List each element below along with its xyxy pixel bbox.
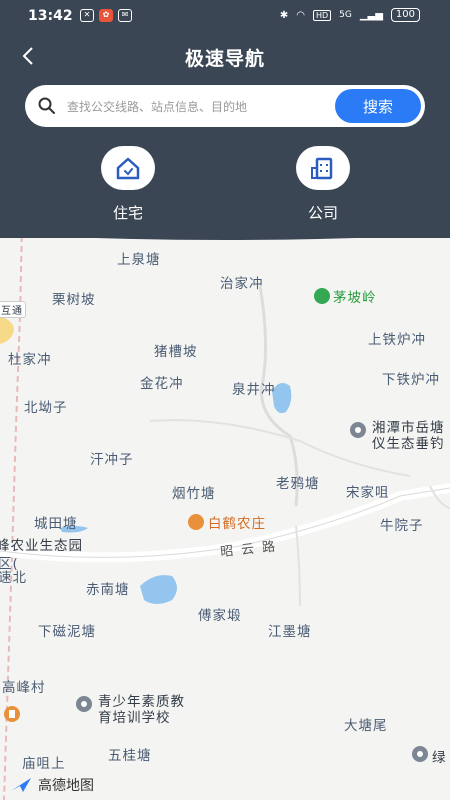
hd-icon: HD [312, 9, 332, 21]
location-pin-icon [355, 427, 361, 433]
bluetooth-icon: ✱ [279, 9, 289, 21]
map-view[interactable]: 上泉塘 治家冲 茅坡岭 栗树坡 互通 杜家冲 猪槽坡 上铁炉冲 金花冲 泉井冲 … [0, 226, 450, 800]
map-label: 育培训学校 [98, 710, 171, 726]
map-label: 老鸦塘 [276, 476, 320, 492]
map-label: 赤南塘 [86, 582, 130, 598]
poi-name: 白鹤农庄 [208, 516, 266, 532]
map-label: 下磁泥塘 [38, 624, 96, 640]
header-curve [0, 226, 450, 240]
map-label: 仪生态垂钓 [372, 436, 445, 452]
map-label: 傅家塅 [198, 608, 242, 624]
page-title: 极速导航 [184, 48, 265, 70]
header-panel: 13:42 ✕ ✿ ✉ ✱ ◠ HD 5G ▁▃▅ 100 极速导航 搜索 [0, 0, 450, 238]
map-label: 汗冲子 [90, 452, 134, 468]
company-shortcut-circle [296, 146, 350, 190]
signal-icon: 5G [339, 10, 352, 20]
search-input[interactable] [65, 93, 349, 121]
home-shortcut-label: 住宅 [112, 204, 143, 222]
map-label: 金花冲 [140, 376, 184, 392]
signal-icon-2: ▁▃▅ [359, 9, 383, 21]
map-poi-pin[interactable] [76, 696, 92, 712]
map-logo-text: 高德地图 [38, 778, 94, 794]
company-shortcut[interactable]: 公司 [288, 146, 358, 223]
amap-logo-icon [11, 778, 31, 792]
map-label: 绿 [432, 750, 447, 766]
map-logo: 高德地图 [10, 775, 94, 795]
battery-icon: 100 [390, 8, 420, 22]
map-label: 宋家咀 [346, 485, 390, 501]
system-icons: ✱ ◠ HD 5G ▁▃▅ 100 [280, 8, 420, 22]
navigation-bar: 极速导航 [0, 36, 450, 76]
map-label: 杜家冲 [8, 352, 52, 368]
map-label: 上铁炉冲 [368, 332, 426, 348]
home-icon [116, 157, 140, 180]
map-label: 烟竹塘 [172, 486, 216, 502]
location-pin-icon [314, 288, 330, 304]
home-shortcut-circle [101, 146, 155, 190]
map-label: 下铁炉冲 [382, 372, 440, 388]
status-bar: 13:42 ✕ ✿ ✉ ✱ ◠ HD 5G ▁▃▅ 100 [0, 0, 450, 32]
company-icon [311, 157, 333, 180]
location-pin-icon [81, 701, 87, 707]
app-notification-icon: ✕ [80, 9, 94, 22]
map-label: 速北 [0, 570, 27, 586]
map-label: 治家冲 [220, 276, 264, 292]
wifi-icon: ◠ [296, 9, 305, 21]
map-poi-pin[interactable] [350, 422, 366, 438]
map-label: 大塘尾 [344, 718, 388, 734]
notification-icons: ✕ ✿ ✉ [80, 9, 132, 22]
home-shortcut[interactable]: 住宅 [93, 146, 163, 223]
map-label: 五桂塘 [108, 748, 152, 764]
map-label: 峰农业生态园 [0, 538, 83, 554]
map-label: 上泉塘 [117, 252, 161, 268]
app-notification-icon-2: ✿ [99, 9, 113, 22]
company-shortcut-label: 公司 [307, 204, 338, 222]
map-label: 江墨塘 [268, 624, 312, 640]
map-label: 牛院子 [380, 518, 424, 534]
map-label: 北坳子 [24, 400, 68, 416]
search-icon [38, 97, 55, 114]
map-label: 猪槽坡 [154, 344, 198, 360]
map-poi-pin[interactable] [4, 706, 20, 722]
poi-name: 茅坡岭 [333, 290, 377, 306]
map-label: 泉井冲 [232, 382, 276, 398]
map-label: 栗树坡 [52, 292, 96, 308]
status-time: 13:42 [28, 8, 73, 24]
map-label: 高峰村 [2, 680, 46, 696]
map-poi-label[interactable]: 白鹤农庄 [188, 512, 266, 532]
search-button[interactable]: 搜索 [335, 89, 421, 123]
map-poi-label[interactable]: 茅坡岭 [314, 286, 377, 306]
location-pin-icon [417, 751, 423, 757]
map-label: 互通 [0, 301, 26, 318]
mail-icon: ✉ [118, 9, 132, 22]
search-bar: 搜索 [25, 85, 425, 127]
restaurant-icon [188, 514, 204, 530]
map-label: 庙咀上 [22, 756, 66, 772]
restaurant-icon [9, 710, 15, 718]
map-label: 城田塘 [34, 516, 78, 532]
map-poi-pin[interactable] [412, 746, 428, 762]
